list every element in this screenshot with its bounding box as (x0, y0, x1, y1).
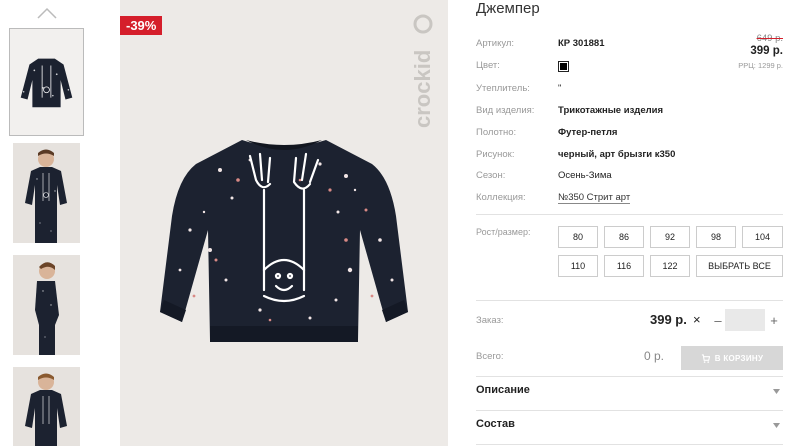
cart-icon (701, 353, 710, 363)
add-to-cart-label: В КОРЗИНУ (714, 353, 764, 363)
size-option-110[interactable]: 110 (558, 255, 598, 277)
attribute-label: Цвет: (476, 60, 500, 71)
size-option-116[interactable]: 116 (604, 255, 644, 277)
accordion-composition[interactable]: Состав (476, 418, 783, 438)
attribute-label: Утеплитель: (476, 83, 530, 94)
attribute-value: КР 301881 (558, 38, 605, 49)
quantity-increment-button[interactable]: + (767, 309, 781, 331)
old-price: 649 р. (756, 33, 783, 44)
child-side-thumbnail-image (13, 255, 80, 355)
child-front-thumbnail-image (13, 143, 80, 243)
discount-badge: -39% (120, 16, 163, 35)
thumbnail-3[interactable] (13, 255, 80, 355)
current-price: 399 р. (750, 45, 783, 57)
main-product-image[interactable]: -39% crockid (120, 0, 448, 446)
attribute-label: Артикул: (476, 38, 515, 49)
accordion-title: Описание (476, 384, 530, 396)
size-option-122[interactable]: 122 (650, 255, 690, 277)
thumbnail-gallery (0, 0, 95, 446)
order-price: 399 р. (650, 312, 687, 327)
svg-text:crockid: crockid (410, 50, 435, 128)
order-label: Заказ: (476, 315, 504, 326)
attribute-value: Трикотажные изделия (558, 105, 664, 116)
select-all-sizes-button[interactable]: ВЫБРАТЬ ВСЕ (696, 255, 783, 277)
attribute-value: Осень-Зима (558, 170, 612, 181)
product-title: Джемпер (476, 0, 540, 17)
sweater-image (160, 140, 408, 342)
divider (476, 300, 783, 301)
accordion-title: Состав (476, 418, 515, 430)
size-option-92[interactable]: 92 (650, 226, 690, 248)
add-to-cart-button[interactable]: В КОРЗИНУ (681, 346, 783, 370)
divider (476, 410, 783, 411)
total-value: 0 р. (644, 349, 665, 363)
thumbnail-1[interactable] (9, 28, 84, 136)
quantity-input[interactable] (725, 309, 765, 331)
attribute-value: черный, арт брызги к350 (558, 149, 676, 160)
sweater-thumbnail-image (20, 58, 73, 108)
size-label: Рост/размер: (476, 227, 531, 237)
attribute-value: " (558, 83, 562, 94)
collection-link[interactable]: №350 Стрит арт (558, 192, 631, 204)
divider (476, 444, 783, 445)
total-label: Всего: (476, 351, 504, 362)
attribute-value: Футер-петля (558, 127, 618, 138)
size-option-86[interactable]: 86 (604, 226, 644, 248)
accordion-description[interactable]: Описание (476, 384, 783, 404)
attribute-label: Сезон: (476, 170, 506, 181)
chevron-down-icon (773, 389, 780, 394)
multiply-sign: × (693, 312, 701, 327)
color-swatch-black[interactable] (558, 61, 569, 72)
attribute-label: Вид изделия: (476, 105, 535, 116)
size-option-98[interactable]: 98 (696, 226, 736, 248)
recommended-retail-price: РРЦ: 1299 р. (738, 61, 783, 70)
quantity-decrement-button[interactable]: – (711, 309, 725, 331)
attribute-label: Коллекция: (476, 192, 526, 203)
crockid-logo: crockid (410, 14, 435, 128)
size-option-80[interactable]: 80 (558, 226, 598, 248)
divider (476, 376, 783, 377)
size-option-104[interactable]: 104 (742, 226, 783, 248)
attribute-label: Рисунок: (476, 149, 515, 160)
chevron-down-icon (773, 423, 780, 428)
chevron-up-icon[interactable] (36, 6, 58, 20)
divider (476, 214, 783, 215)
attribute-label: Полотно: (476, 127, 517, 138)
child-front-2-thumbnail-image (13, 367, 80, 446)
thumbnail-4[interactable] (13, 367, 80, 446)
product-page: -39% crockid Джемпер 649 р. 399 р. РРЦ: … (0, 0, 800, 446)
thumbnail-2[interactable] (13, 143, 80, 243)
